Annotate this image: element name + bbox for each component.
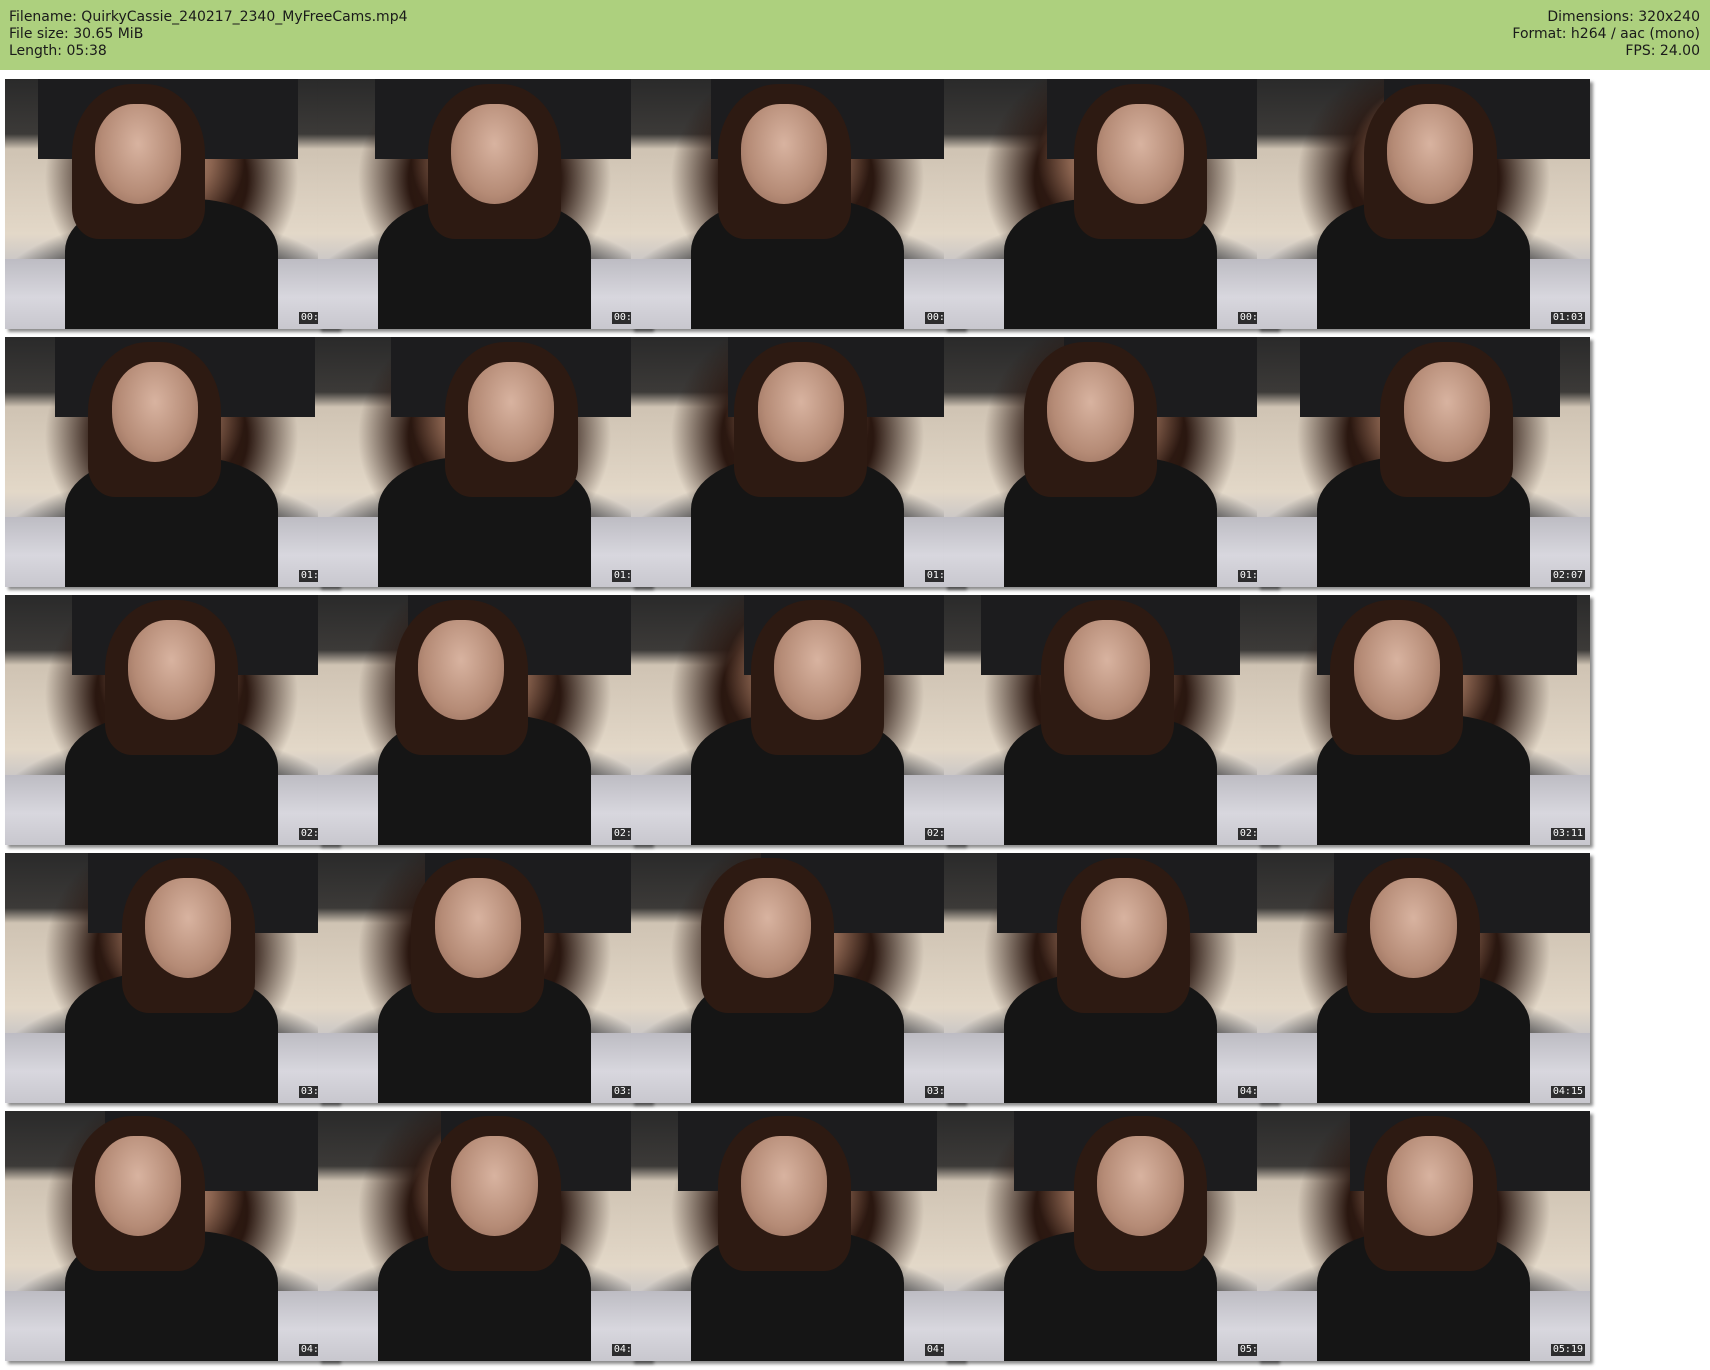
- video-thumbnail: 04:28: [5, 1111, 338, 1361]
- person-face: [467, 362, 555, 462]
- video-thumbnail: 03:37: [318, 853, 651, 1103]
- timestamp-label: 05:19: [1550, 1344, 1585, 1356]
- video-thumbnail: 01:42: [631, 337, 964, 587]
- person-face: [1063, 620, 1151, 720]
- person-face: [774, 620, 861, 720]
- video-thumbnail: 02:20: [5, 595, 338, 845]
- video-thumbnail: 04:02: [944, 853, 1277, 1103]
- dimensions-text: Dimensions: 320x240: [1547, 9, 1700, 25]
- person-face: [757, 362, 845, 462]
- person-face: [144, 878, 232, 978]
- video-thumbnail: 00:51: [944, 79, 1277, 329]
- video-thumbnail: 02:33: [318, 595, 651, 845]
- timestamp-label: 03:11: [1550, 828, 1585, 840]
- video-thumbnail: 02:46: [631, 595, 964, 845]
- person-face: [434, 878, 522, 978]
- video-thumbnail: 05:19: [1257, 1111, 1590, 1361]
- person-face: [740, 104, 828, 204]
- person-face: [1080, 878, 1168, 978]
- filesize-text: File size: 30.65 MiB: [9, 26, 144, 42]
- video-thumbnail: 04:15: [1257, 853, 1590, 1103]
- person-face: [724, 878, 811, 978]
- video-thumbnail: 01:03: [1257, 79, 1590, 329]
- person-face: [451, 1136, 538, 1236]
- person-face: [1386, 104, 1474, 204]
- video-thumbnail: 05:06: [944, 1111, 1277, 1361]
- video-thumbnail: 03:50: [631, 853, 964, 1103]
- person-face: [1386, 1136, 1474, 1236]
- video-thumbnail: 04:41: [318, 1111, 651, 1361]
- person-face: [94, 1136, 182, 1236]
- video-thumbnail: 03:11: [1257, 595, 1590, 845]
- video-thumbnail: 03:24: [5, 853, 338, 1103]
- person-face: [111, 362, 199, 462]
- format-text: Format: h264 / aac (mono): [1512, 26, 1700, 42]
- person-face: [451, 104, 538, 204]
- length-text: Length: 05:38: [9, 43, 107, 59]
- file-info-right: Dimensions: 320x240 Format: h264 / aac (…: [1512, 9, 1700, 60]
- person-face: [1047, 362, 1134, 462]
- info-header: Filename: QuirkyCassie_240217_2340_MyFre…: [0, 0, 1710, 70]
- video-thumbnail: 02:58: [944, 595, 1277, 845]
- thumbnail-grid: 00:12 00:25 00:38 00:51 01:03 01:16 01:29 01:42…: [0, 70, 1710, 1370]
- video-thumbnail: 04:53: [631, 1111, 964, 1361]
- video-thumbnail: 01:55: [944, 337, 1277, 587]
- person-face: [128, 620, 215, 720]
- person-face: [1370, 878, 1457, 978]
- video-thumbnail: 01:16: [5, 337, 338, 587]
- person-face: [1403, 362, 1491, 462]
- person-face: [1353, 620, 1441, 720]
- timestamp-label: 04:15: [1550, 1086, 1585, 1098]
- person-face: [1097, 1136, 1184, 1236]
- video-thumbnail: 00:25: [318, 79, 651, 329]
- timestamp-label: 02:07: [1550, 570, 1585, 582]
- person-face: [94, 104, 182, 204]
- person-face: [1097, 104, 1184, 204]
- video-thumbnail: 02:07: [1257, 337, 1590, 587]
- person-face: [417, 620, 505, 720]
- filename-text: Filename: QuirkyCassie_240217_2340_MyFre…: [9, 9, 408, 25]
- timestamp-label: 01:03: [1550, 312, 1585, 324]
- video-thumbnail: 01:29: [318, 337, 651, 587]
- fps-text: FPS: 24.00: [1625, 43, 1700, 59]
- video-thumbnail: 00:12: [5, 79, 338, 329]
- video-thumbnail: 00:38: [631, 79, 964, 329]
- file-info-left: Filename: QuirkyCassie_240217_2340_MyFre…: [9, 9, 408, 60]
- person-face: [740, 1136, 828, 1236]
